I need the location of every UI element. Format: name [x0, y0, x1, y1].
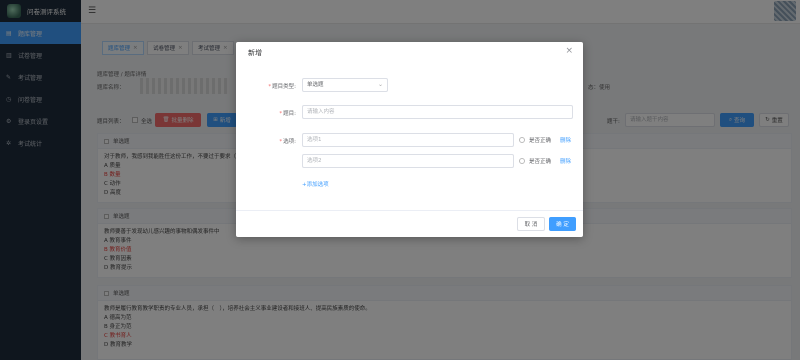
question-type-label: *题目类型:	[268, 84, 296, 90]
select-value: 单选题	[307, 82, 324, 88]
option-2-delete-link[interactable]: 删除	[560, 157, 571, 165]
option-2-input[interactable]: 选项2	[302, 154, 514, 168]
option-1-input[interactable]: 选项1	[302, 133, 514, 147]
option-2-correct-radio[interactable]	[519, 158, 525, 164]
question-type-select[interactable]: 单选题 ⌄	[302, 78, 388, 92]
confirm-button[interactable]: 确 定	[549, 217, 576, 231]
close-icon[interactable]: ×	[565, 47, 573, 56]
question-label: *题目:	[279, 111, 296, 117]
cancel-button[interactable]: 取 消	[517, 217, 545, 231]
dialog-divider	[236, 210, 583, 211]
correct-label: 是否正确	[529, 138, 552, 144]
add-option-link[interactable]: +添加选项	[302, 180, 329, 188]
options-label: *选项:	[279, 139, 296, 145]
question-input[interactable]: 请输入内容	[302, 105, 573, 119]
option-1-correct-radio[interactable]	[519, 137, 525, 143]
chevron-down-icon: ⌄	[377, 81, 383, 88]
dialog-title: 新增	[248, 49, 262, 57]
correct-label: 是否正确	[529, 159, 552, 165]
option-1-delete-link[interactable]: 删除	[560, 136, 571, 144]
